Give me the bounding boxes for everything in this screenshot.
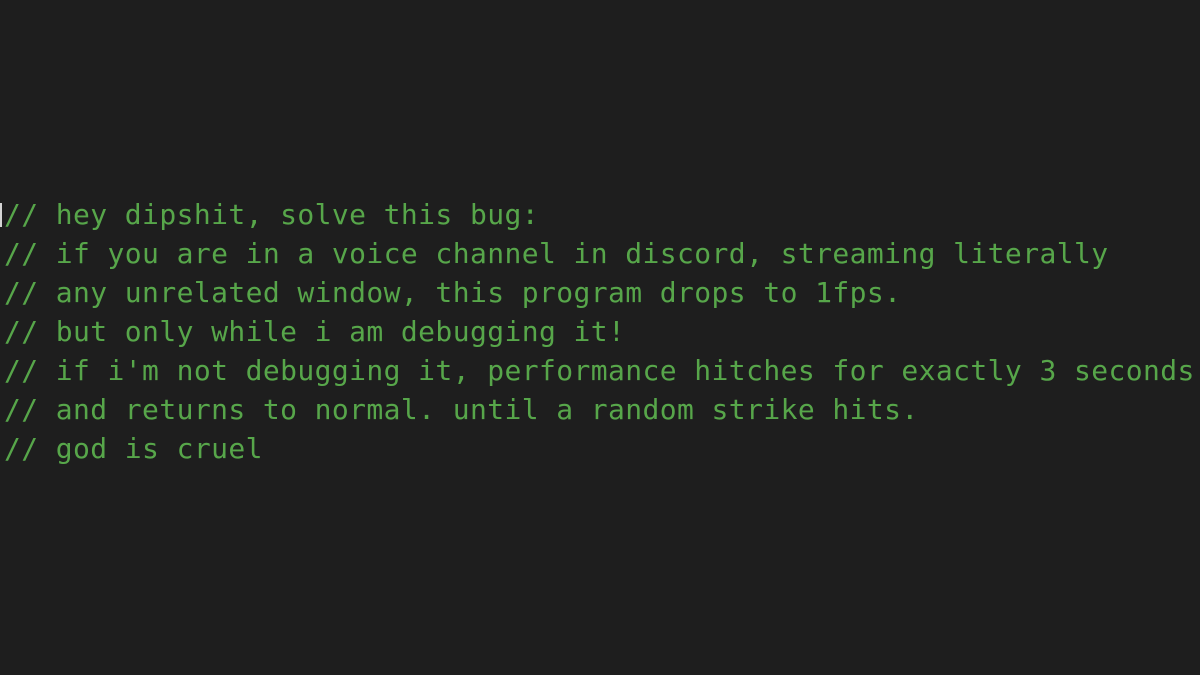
text-cursor: [0, 203, 2, 227]
code-line-2[interactable]: // if you are in a voice channel in disc…: [4, 234, 1200, 273]
code-line-4[interactable]: // but only while i am debugging it!: [4, 312, 1200, 351]
comment-block: // hey dipshit, solve this bug: // if yo…: [4, 195, 1200, 468]
code-line-3[interactable]: // any unrelated window, this program dr…: [4, 273, 1200, 312]
code-line-7[interactable]: // god is cruel: [4, 429, 1200, 468]
code-line-1[interactable]: // hey dipshit, solve this bug:: [4, 195, 1200, 234]
code-editor[interactable]: // hey dipshit, solve this bug: // if yo…: [0, 0, 1200, 675]
code-line-6[interactable]: // and returns to normal. until a random…: [4, 390, 1200, 429]
code-line-5[interactable]: // if i'm not debugging it, performance …: [4, 351, 1200, 390]
